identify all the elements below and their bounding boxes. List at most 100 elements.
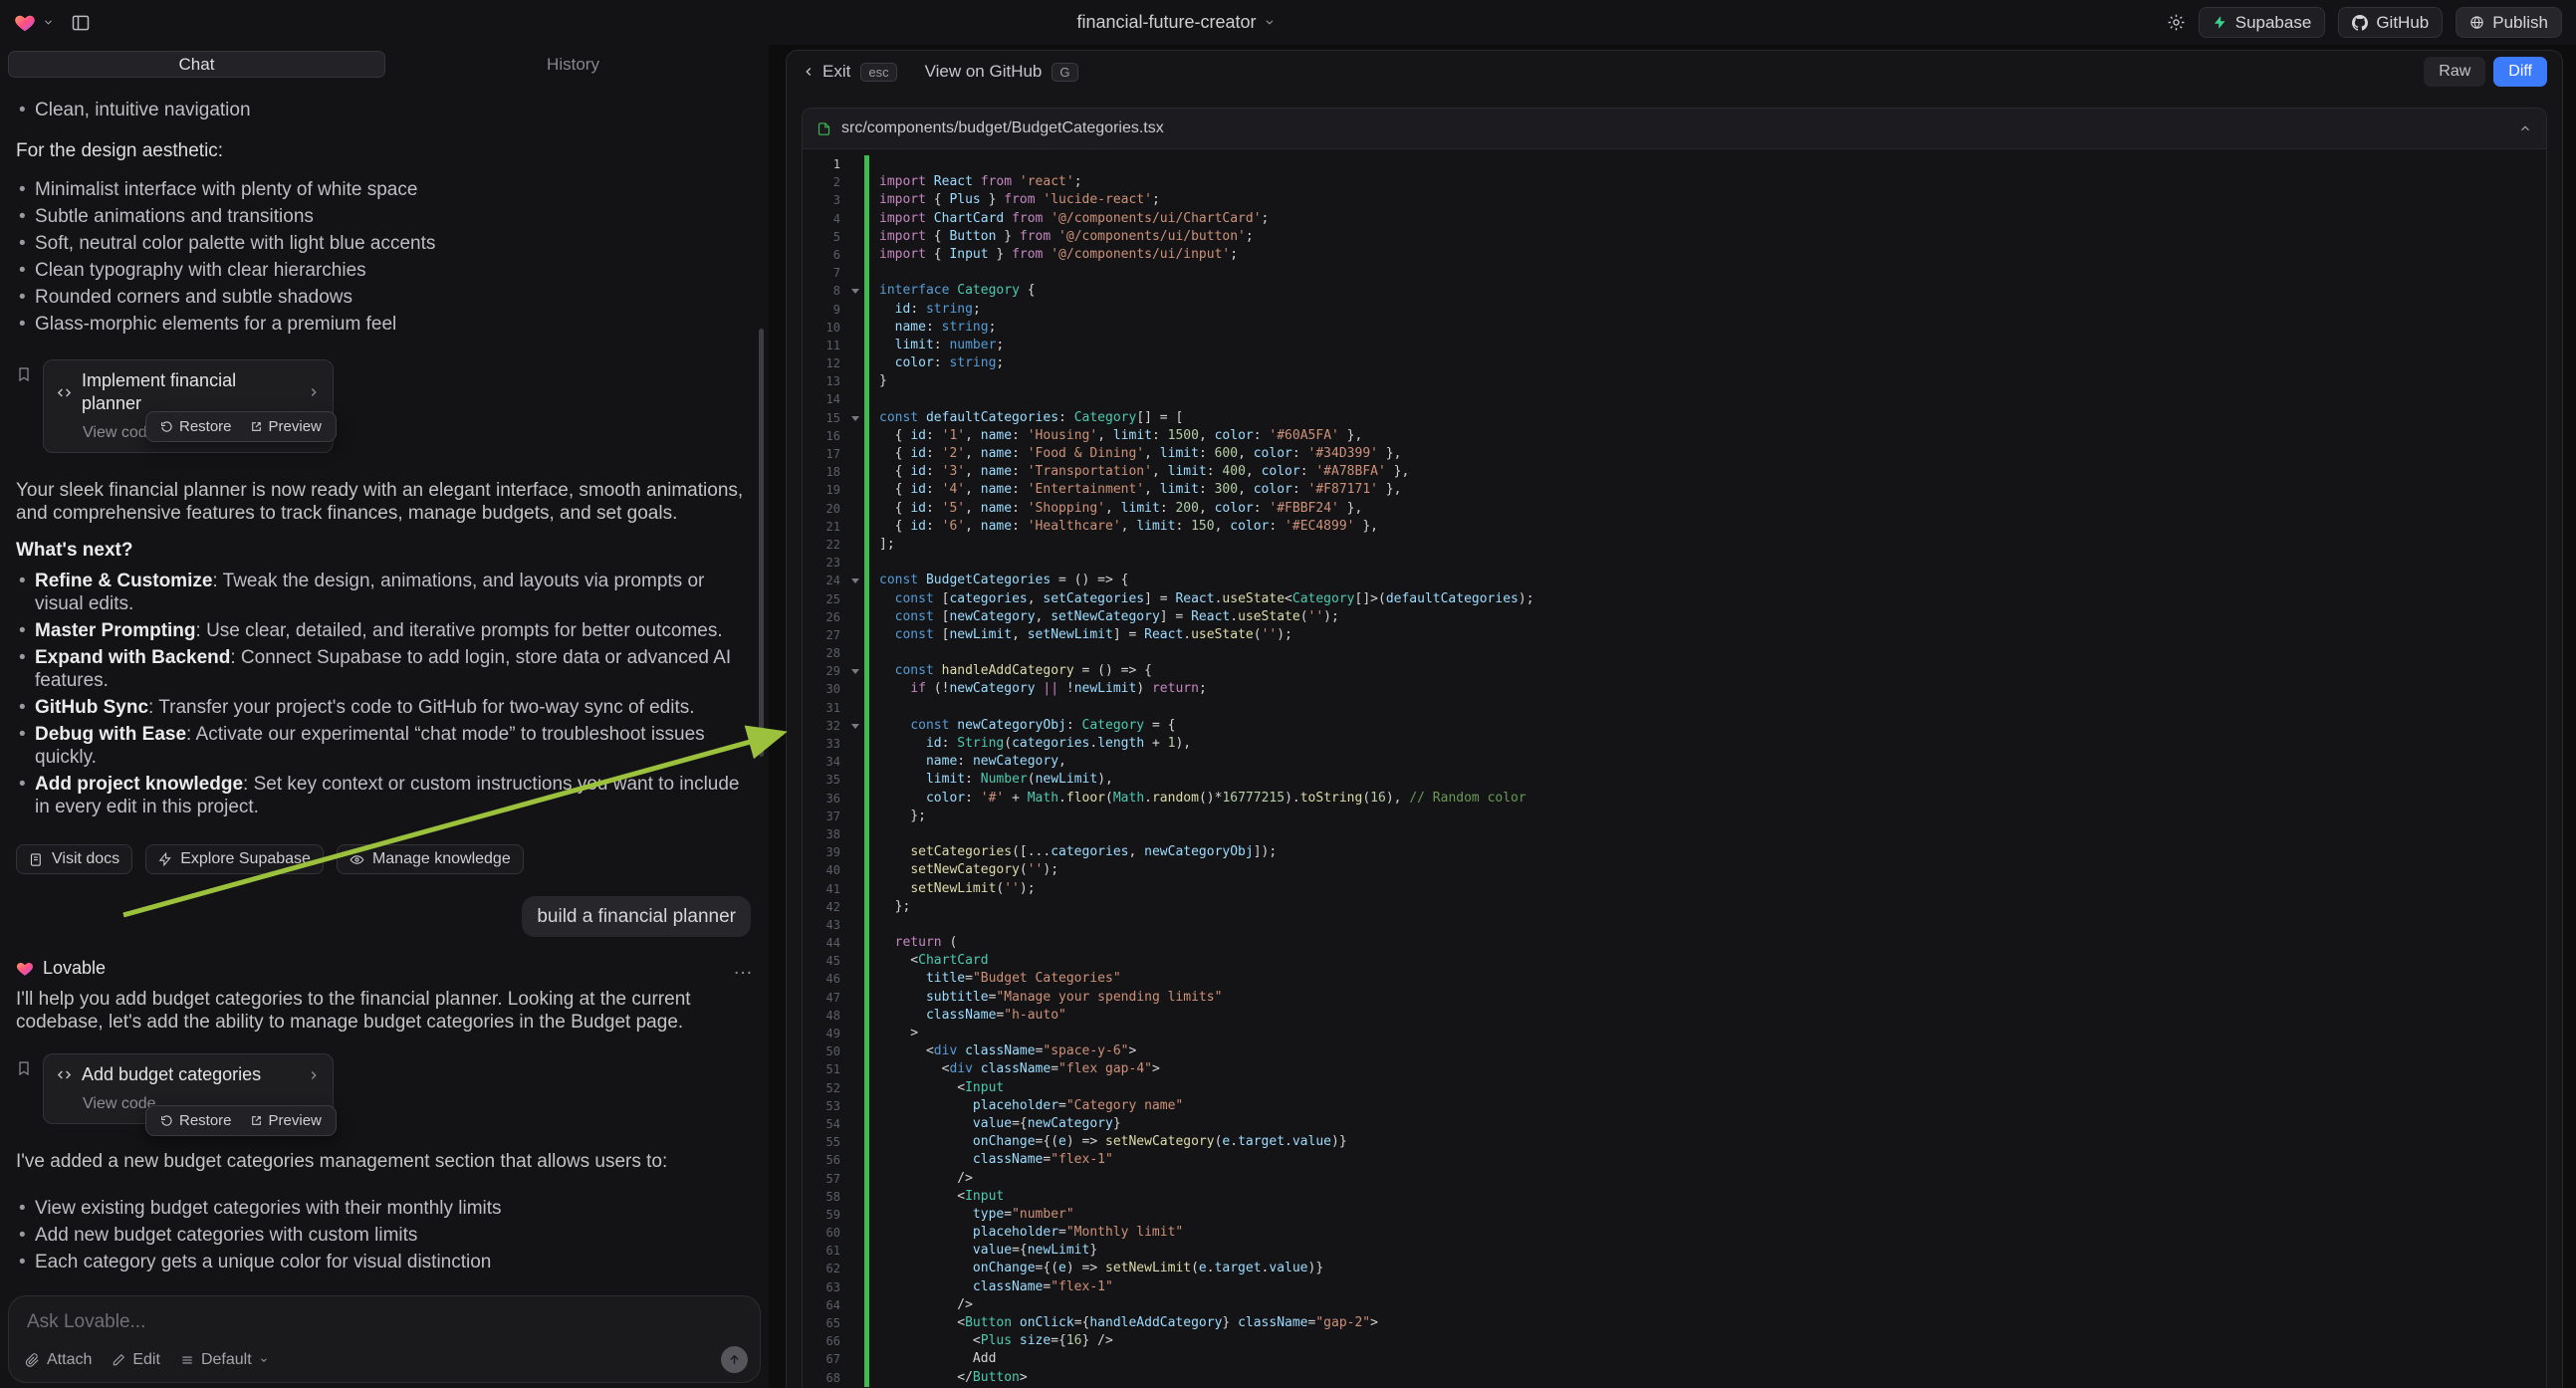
code-line: 24const BudgetCategories = () => { xyxy=(803,572,2546,589)
edit-card-title: Implement financial planner xyxy=(82,369,298,415)
sidebar-toggle-icon[interactable] xyxy=(71,13,91,33)
code-line: 21 { id: '6', name: 'Healthcare', limit:… xyxy=(803,518,2546,536)
summary-bullets: View existing budget categories with the… xyxy=(16,1197,753,1273)
supabase-label: Supabase xyxy=(2235,13,2312,33)
action-buttons: Visit docs Explore Supabase Manage knowled… xyxy=(16,844,753,874)
edit-mode-button[interactable]: Edit xyxy=(112,1351,160,1369)
code-line: 8interface Category { xyxy=(803,282,2546,300)
code-line: 37 }; xyxy=(803,808,2546,825)
list-item: Minimalist interface with plenty of whit… xyxy=(16,178,753,201)
code-line: 33 id: String(categories.length + 1), xyxy=(803,735,2546,753)
restore-icon xyxy=(160,420,173,433)
code-line: 39 setCategories([...categories, newCate… xyxy=(803,843,2546,861)
code-line: 12 color: string; xyxy=(803,354,2546,372)
code-line: 48 className="h-auto" xyxy=(803,1007,2546,1025)
list-item: GitHub Sync: Transfer your project's cod… xyxy=(16,696,753,719)
code-brackets-icon xyxy=(56,1066,73,1083)
list-item: Debug with Ease: Activate our experiment… xyxy=(16,723,753,769)
tab-history[interactable]: History xyxy=(385,51,761,78)
docs-action-button[interactable]: Visit docs xyxy=(16,844,132,874)
raw-toggle-button[interactable]: Raw xyxy=(2424,57,2485,87)
docs-icon xyxy=(29,852,44,867)
assistant-reply-intro: I'll help you add budget categories to t… xyxy=(16,988,753,1034)
code-line: 67 Add xyxy=(803,1350,2546,1368)
code-line: 56 className="flex-1" xyxy=(803,1151,2546,1169)
chat-input[interactable]: Ask Lovable... xyxy=(9,1296,760,1333)
publish-label: Publish xyxy=(2492,13,2548,33)
next-steps: Refine & Customize: Tweak the design, an… xyxy=(16,570,753,818)
chevron-right-icon xyxy=(307,1068,321,1082)
supabase-button[interactable]: Supabase xyxy=(2199,7,2326,38)
more-options-icon[interactable]: … xyxy=(733,957,753,980)
code-line: 45 <ChartCard xyxy=(803,952,2546,970)
code-line: 18 { id: '3', name: 'Transportation', li… xyxy=(803,463,2546,481)
list-item: Rounded corners and subtle shadows xyxy=(16,286,753,309)
chat-scrollbar[interactable] xyxy=(759,329,764,757)
file-card: src/components/budget/BudgetCategories.t… xyxy=(802,108,2547,1388)
code-line: 46 title="Budget Categories" xyxy=(803,970,2546,988)
chevron-down-icon[interactable] xyxy=(43,17,54,28)
sliders-icon xyxy=(180,1353,194,1367)
code-line: 35 limit: Number(newLimit), xyxy=(803,771,2546,789)
bookmark-icon[interactable] xyxy=(16,1060,32,1124)
chat-tabs: Chat History xyxy=(8,51,761,78)
settings-gear-icon[interactable] xyxy=(2167,13,2186,32)
diff-toggle-button[interactable]: Diff xyxy=(2493,57,2547,87)
assistant-reply-summary: I've added a new budget categories manag… xyxy=(16,1150,753,1173)
code-lines[interactable]: 1 2import React from 'react';3import { P… xyxy=(803,149,2546,1387)
code-line: 38 xyxy=(803,825,2546,843)
code-line: 47 subtitle="Manage your spending limits… xyxy=(803,989,2546,1007)
code-line: 59 type="number" xyxy=(803,1206,2546,1224)
code-line: 66 <Plus size={16} /> xyxy=(803,1332,2546,1350)
code-line: 15const defaultCategories: Category[] = … xyxy=(803,409,2546,427)
restore-button[interactable]: Restore xyxy=(154,416,238,437)
mode-selector[interactable]: Default xyxy=(180,1351,269,1369)
topbar-left xyxy=(14,12,91,34)
list-item: Subtle animations and transitions xyxy=(16,205,753,228)
preview-button[interactable]: Preview xyxy=(244,416,328,437)
supabase-action-button[interactable]: Explore Supabase xyxy=(145,844,324,874)
list-item: Master Prompting: Use clear, detailed, a… xyxy=(16,619,753,642)
list-item: Add new budget categories with custom li… xyxy=(16,1224,753,1247)
code-line: 61 value={newLimit} xyxy=(803,1242,2546,1260)
code-line: 1 xyxy=(803,155,2546,173)
edit-card-2: Add budget categories View code Restore xyxy=(16,1053,753,1124)
user-message-1: build a financial planner xyxy=(522,896,751,937)
github-button[interactable]: GitHub xyxy=(2338,7,2443,38)
publish-button[interactable]: Publish xyxy=(2456,7,2562,38)
github-mark-icon xyxy=(2352,15,2368,31)
send-button[interactable] xyxy=(721,1346,748,1373)
lovable-logo-icon[interactable] xyxy=(14,12,36,34)
view-on-github-button[interactable]: View on GitHub xyxy=(925,62,1043,82)
code-line: 20 { id: '5', name: 'Shopping', limit: 2… xyxy=(803,500,2546,518)
preview-button[interactable]: Preview xyxy=(244,1110,328,1131)
exit-button[interactable]: Exit xyxy=(802,62,850,82)
bookmark-icon[interactable] xyxy=(16,366,32,453)
code-line: 55 onChange={(e) => setNewCategory(e.tar… xyxy=(803,1133,2546,1151)
chevron-up-icon[interactable] xyxy=(2518,121,2532,135)
file-icon xyxy=(817,121,831,136)
attach-button[interactable]: Attach xyxy=(25,1351,92,1369)
list-item: Glass-morphic elements for a premium fee… xyxy=(16,313,753,336)
code-line: 6import { Input } from '@/components/ui/… xyxy=(803,246,2546,264)
code-line: 9 id: string; xyxy=(803,301,2546,319)
chat-scroll-area[interactable]: Clean, intuitive navigation For the desi… xyxy=(0,89,769,1294)
code-line: 44 return ( xyxy=(803,934,2546,952)
tab-chat[interactable]: Chat xyxy=(8,51,385,78)
file-header[interactable]: src/components/budget/BudgetCategories.t… xyxy=(803,109,2546,149)
code-line: 25 const [categories, setCategories] = R… xyxy=(803,590,2546,608)
list-item: Refine & Customize: Tweak the design, an… xyxy=(16,570,753,615)
supabase-icon xyxy=(158,852,172,866)
lovable-heart-icon xyxy=(16,960,34,978)
restore-button[interactable]: Restore xyxy=(154,1110,238,1131)
code-line: 10 name: string; xyxy=(803,319,2546,337)
chevron-down-icon xyxy=(259,1355,269,1365)
project-switcher[interactable]: financial-future-creator xyxy=(1076,12,1275,33)
code-line: 52 <Input xyxy=(803,1079,2546,1097)
code-line: 49 > xyxy=(803,1025,2546,1042)
restore-icon xyxy=(160,1114,173,1127)
eye-action-button[interactable]: Manage knowledge xyxy=(337,844,524,874)
code-line: 17 { id: '2', name: 'Food & Dining', lim… xyxy=(803,445,2546,463)
globe-icon xyxy=(2469,15,2484,30)
composer-toolbar: Attach Edit Default xyxy=(25,1346,748,1373)
